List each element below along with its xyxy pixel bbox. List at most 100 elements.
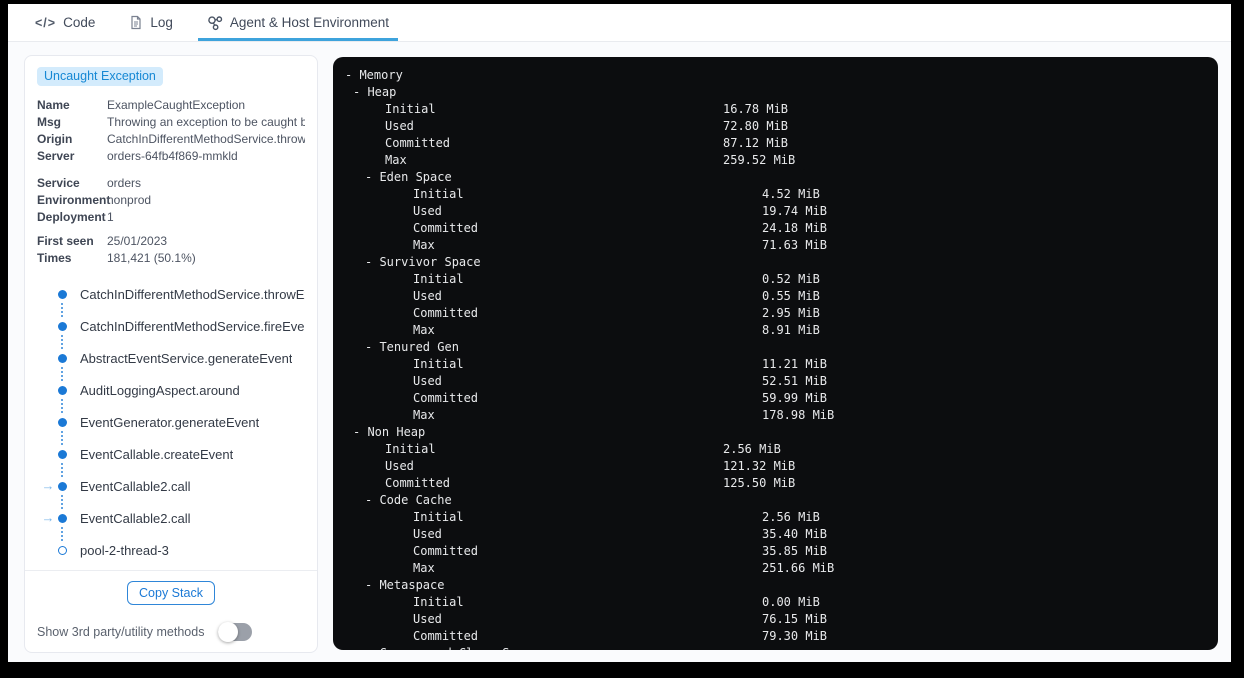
field-value: 181,421 (50.1%) bbox=[107, 251, 196, 265]
current-frame-arrow-icon: → bbox=[41, 478, 55, 493]
tree-line-label: Used bbox=[413, 204, 442, 218]
tree-line-label: - Tenured Gen bbox=[365, 340, 459, 354]
memory-tree-node[interactable]: - Eden Space bbox=[345, 169, 1218, 186]
tree-line-label: Committed bbox=[413, 629, 479, 643]
stack-trace-list: CatchInDifferentMethodService.throwEx...… bbox=[37, 285, 306, 559]
field-label: Origin bbox=[37, 132, 73, 146]
tree-line-label: Used bbox=[385, 119, 414, 133]
tree-line-label: - Eden Space bbox=[365, 170, 452, 184]
stack-frame[interactable]: pool-2-thread-3 bbox=[37, 541, 305, 559]
field-label: Msg bbox=[37, 115, 61, 129]
memory-tree-node[interactable]: - Memory bbox=[345, 67, 1218, 84]
stack-connector-dots-icon bbox=[61, 463, 63, 477]
memory-tree-metric-row: Used 19.74 MiB bbox=[345, 203, 1218, 220]
stack-frame-label: CatchInDifferentMethodService.throwEx... bbox=[80, 286, 305, 302]
tree-line-label: Used bbox=[413, 374, 442, 388]
thread-marker-icon bbox=[58, 545, 67, 555]
memory-tree-metric-row: Committed 125.50 MiB bbox=[345, 475, 1218, 492]
tree-line-value: 52.51 MiB bbox=[762, 374, 828, 388]
stack-frame[interactable]: → EventCallable2.call bbox=[37, 477, 305, 495]
app-window: </> Code Log Agent & Host Environment Uncau… bbox=[8, 4, 1231, 662]
tree-line-value: 72.80 MiB bbox=[723, 119, 789, 133]
stack-connector-dots-icon bbox=[61, 399, 63, 413]
stack-frame[interactable]: AbstractEventService.generateEvent bbox=[37, 349, 305, 367]
stack-frame-label: pool-2-thread-3 bbox=[80, 542, 169, 558]
tab-label: Code bbox=[63, 15, 96, 30]
tree-line-value: 16.78 MiB bbox=[723, 102, 789, 116]
memory-tree-node[interactable]: - Compressed Class Space bbox=[345, 645, 1218, 650]
tree-line-label: Committed bbox=[413, 221, 479, 235]
stack-frame-label: EventCallable2.call bbox=[80, 478, 191, 494]
tree-line-label: Used bbox=[385, 459, 414, 473]
memory-tree-panel[interactable]: - Memory - Heap Initial 16.78 MiB Used 72.80 … bbox=[333, 57, 1218, 650]
memory-tree-metric-row: Max 259.52 MiB bbox=[345, 152, 1218, 169]
memory-tree-node[interactable]: - Code Cache bbox=[345, 492, 1218, 509]
memory-tree-metric-row: Used 121.32 MiB bbox=[345, 458, 1218, 475]
stack-frame[interactable]: EventCallable.createEvent bbox=[37, 445, 305, 463]
tree-line-label: Committed bbox=[413, 544, 479, 558]
tree-line-label: - Non Heap bbox=[353, 425, 426, 439]
field-value: orders bbox=[107, 176, 142, 190]
stack-frame[interactable]: CatchInDifferentMethodService.throwEx... bbox=[37, 285, 305, 303]
tab-code[interactable]: </> Code bbox=[26, 4, 104, 41]
memory-tree-metric-row: Initial 16.78 MiB bbox=[345, 101, 1218, 118]
exception-primary-fields: Name ExampleCaughtException Msg Throwing an… bbox=[37, 97, 305, 165]
stack-frame[interactable]: AuditLoggingAspect.around bbox=[37, 381, 305, 399]
tab-log[interactable]: Log bbox=[120, 4, 182, 41]
tree-line-value: 87.12 MiB bbox=[723, 136, 789, 150]
stack-frame[interactable]: → EventCallable2.call bbox=[37, 509, 305, 527]
memory-tree-metric-row: Max 71.63 MiB bbox=[345, 237, 1218, 254]
copy-stack-button[interactable]: Copy Stack bbox=[127, 581, 215, 605]
tab-agent-host-environment[interactable]: Agent & Host Environment bbox=[197, 4, 398, 41]
memory-tree-metric-row: Initial 0.52 MiB bbox=[345, 271, 1218, 288]
memory-tree-metric-row: Used 35.40 MiB bbox=[345, 526, 1218, 543]
stack-connector-dots-icon bbox=[61, 527, 63, 541]
third-party-toggle-switch[interactable] bbox=[218, 622, 253, 642]
field-label: Environment bbox=[37, 193, 111, 207]
tree-line-label: - Metaspace bbox=[365, 578, 445, 592]
stack-frame-label: CatchInDifferentMethodService.fireEvent bbox=[80, 318, 305, 334]
memory-tree-node[interactable]: - Non Heap bbox=[345, 424, 1218, 441]
stack-frame[interactable]: CatchInDifferentMethodService.fireEvent bbox=[37, 317, 305, 335]
toggle-knob-icon bbox=[218, 622, 239, 642]
frame-marker-icon bbox=[58, 321, 67, 331]
exception-occurrence-fields: First seen 25/01/2023 Times 181,421 (50.1%) bbox=[37, 233, 305, 267]
tree-line-label: Initial bbox=[413, 272, 464, 286]
divider bbox=[25, 570, 317, 571]
field-value: 25/01/2023 bbox=[107, 234, 168, 248]
stack-connector-dots-icon bbox=[61, 303, 63, 317]
tree-line-label: Initial bbox=[385, 442, 436, 456]
tab-label: Agent & Host Environment bbox=[229, 15, 389, 30]
third-party-toggle-row: Show 3rd party/utility methods bbox=[37, 622, 305, 642]
tree-line-value: 35.40 MiB bbox=[762, 527, 828, 541]
tree-line-label: Committed bbox=[385, 136, 451, 150]
memory-tree-metric-row: Used 0.55 MiB bbox=[345, 288, 1218, 305]
current-frame-arrow-icon: → bbox=[41, 510, 55, 525]
field-label: Times bbox=[37, 251, 72, 265]
tree-line-value: 24.18 MiB bbox=[762, 221, 828, 235]
stack-frame-label: EventCallable.createEvent bbox=[80, 446, 234, 462]
memory-tree-node[interactable]: - Heap bbox=[345, 84, 1218, 101]
tree-line-value: 76.15 MiB bbox=[762, 612, 828, 626]
tree-line-label: Initial bbox=[385, 102, 436, 116]
agent-icon bbox=[207, 15, 223, 31]
tree-line-label: Initial bbox=[413, 187, 464, 201]
tree-line-value: 121.32 MiB bbox=[723, 459, 796, 473]
exception-service-fields: Service orders Environment nonprod Deploymen… bbox=[37, 175, 305, 226]
memory-tree-metric-row: Initial 2.56 MiB bbox=[345, 441, 1218, 458]
exception-details-card: Uncaught Exception Name ExampleCaughtExce… bbox=[24, 55, 318, 653]
frame-marker-icon bbox=[58, 513, 67, 523]
tree-line-label: Max bbox=[413, 408, 435, 422]
tree-line-label: - Heap bbox=[353, 85, 397, 99]
memory-tree-metric-row: Committed 59.99 MiB bbox=[345, 390, 1218, 407]
log-icon bbox=[129, 15, 143, 30]
memory-tree-metric-row: Committed 35.85 MiB bbox=[345, 543, 1218, 560]
memory-tree-metric-row: Max 178.98 MiB bbox=[345, 407, 1218, 424]
field-value: ExampleCaughtException bbox=[107, 98, 246, 112]
tree-line-value: 178.98 MiB bbox=[762, 408, 835, 422]
memory-tree-metric-row: Used 72.80 MiB bbox=[345, 118, 1218, 135]
memory-tree-node[interactable]: - Survivor Space bbox=[345, 254, 1218, 271]
memory-tree-node[interactable]: - Metaspace bbox=[345, 577, 1218, 594]
memory-tree-node[interactable]: - Tenured Gen bbox=[345, 339, 1218, 356]
stack-frame[interactable]: EventGenerator.generateEvent bbox=[37, 413, 305, 431]
